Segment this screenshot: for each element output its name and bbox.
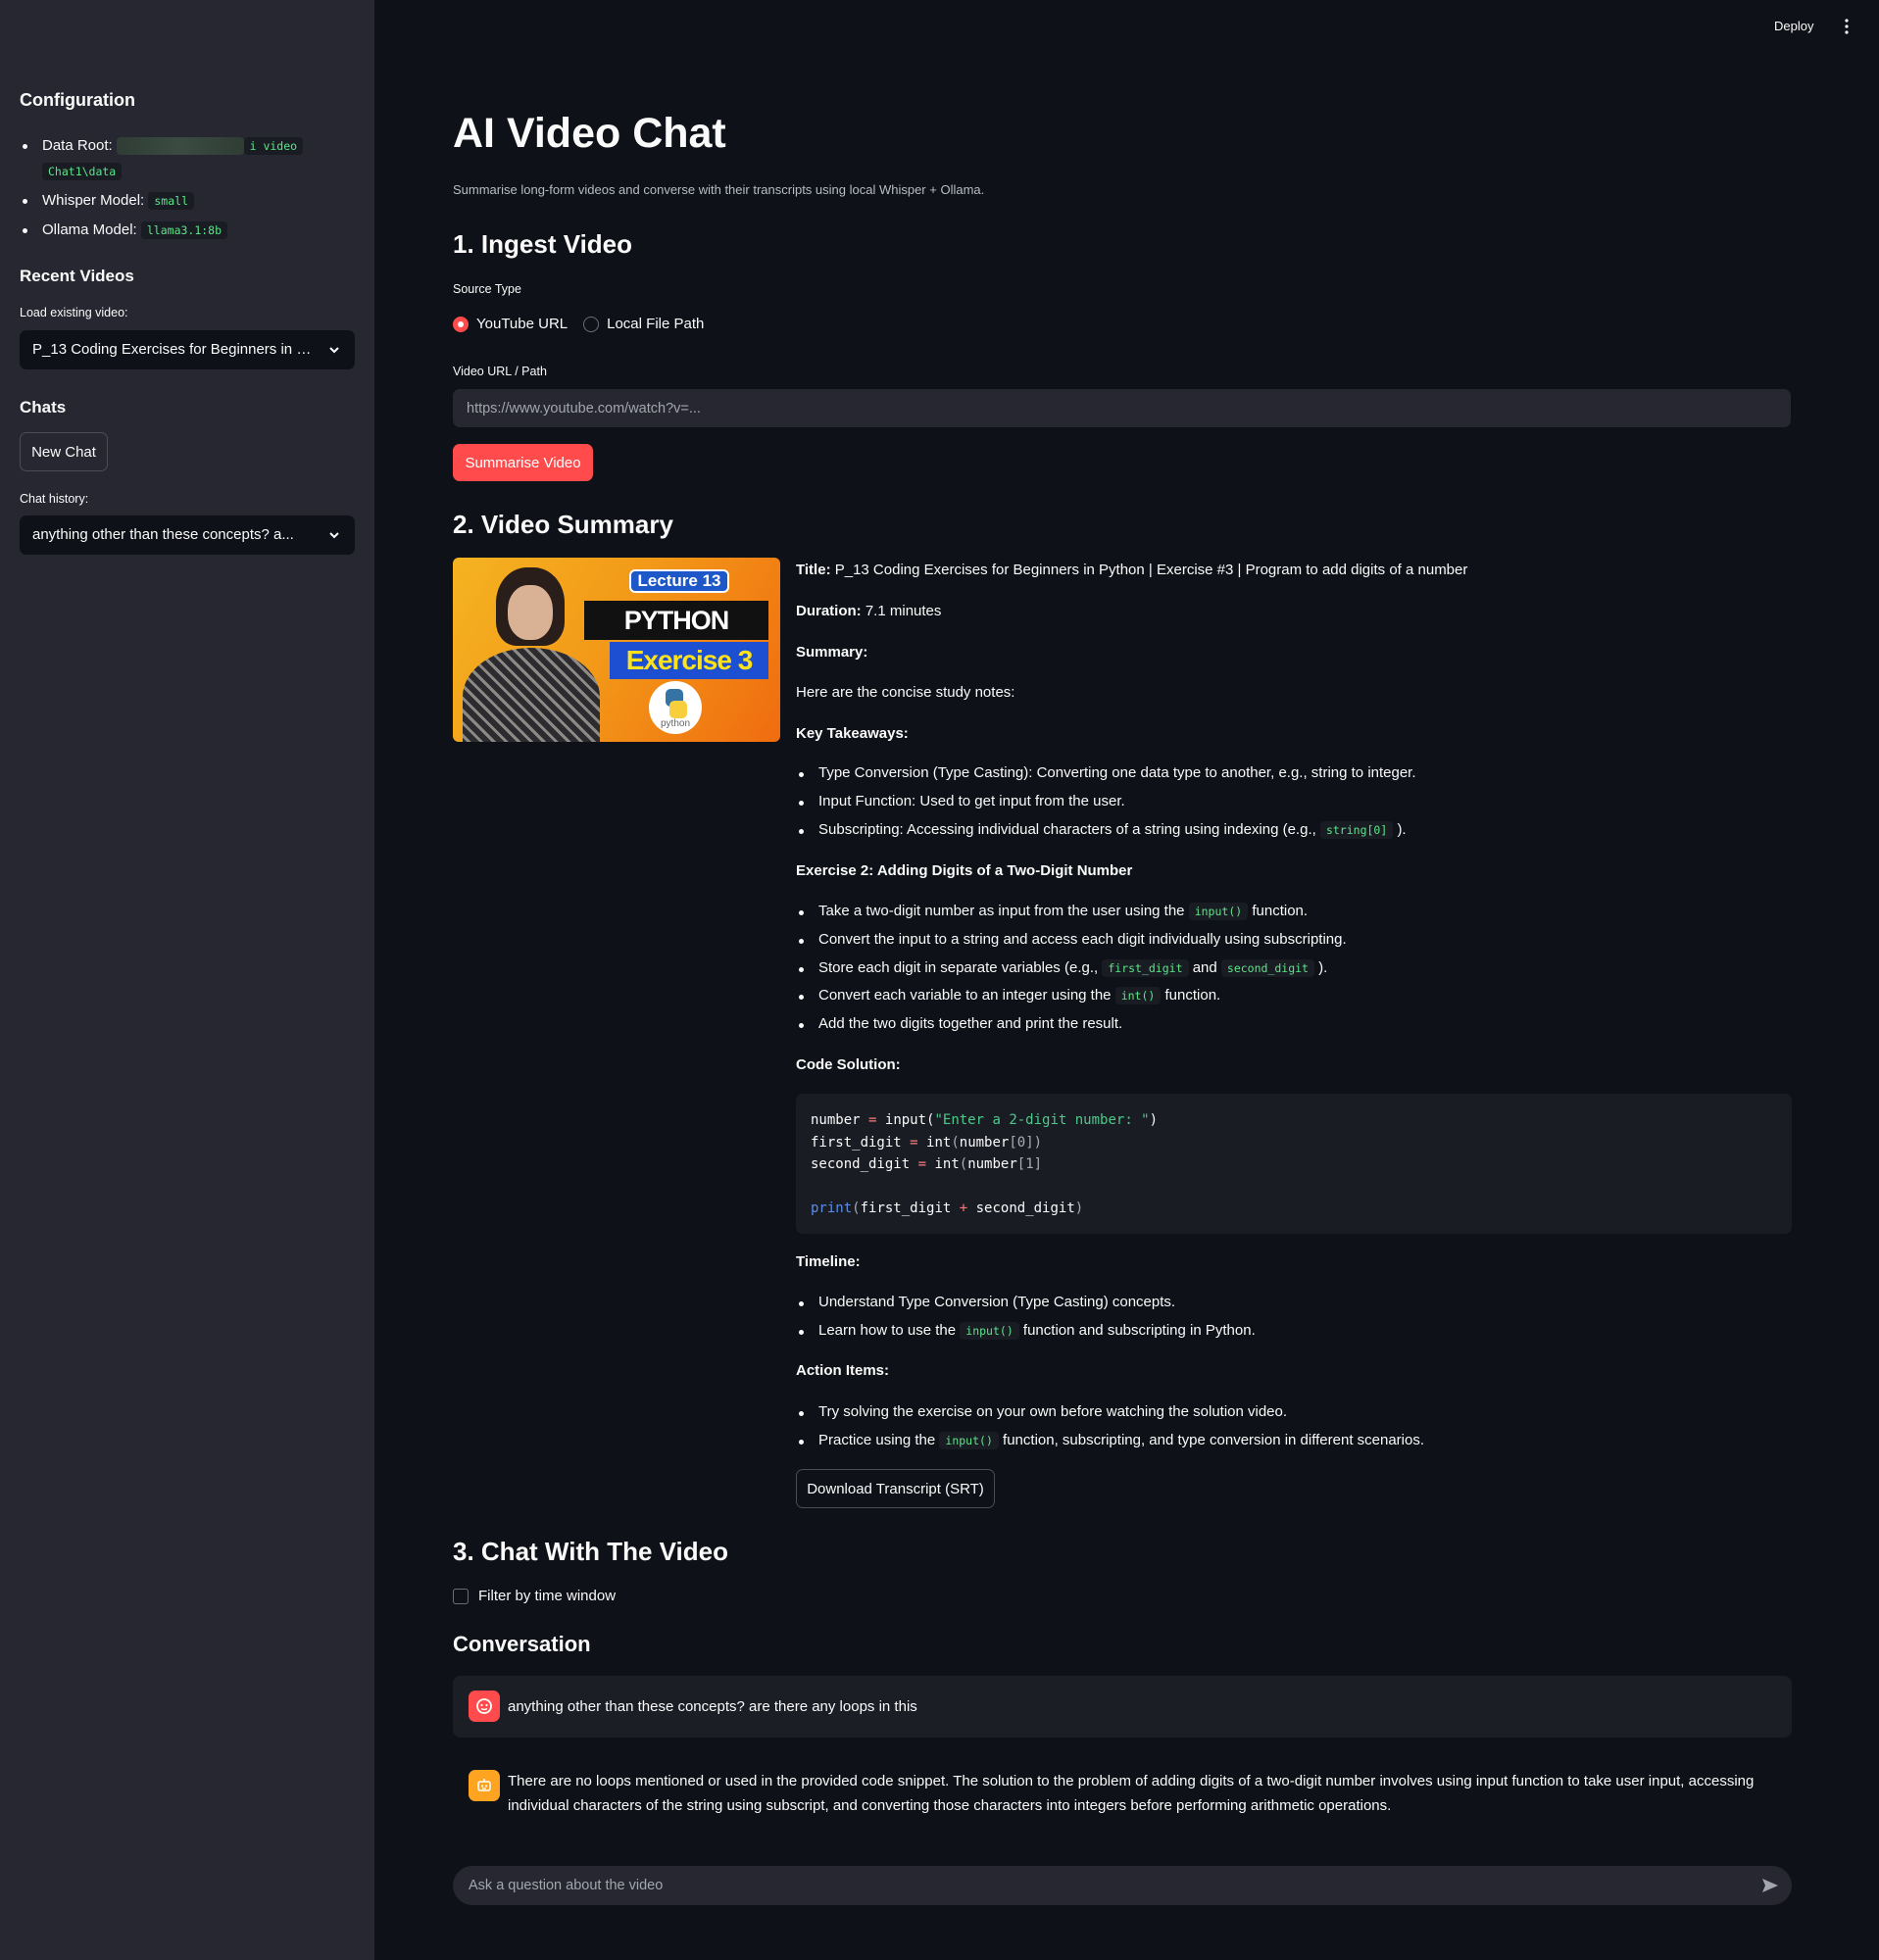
radio-youtube-url[interactable] xyxy=(453,316,469,332)
video-duration-line: Duration: 7.1 minutes xyxy=(796,603,942,619)
assistant-message-text: There are no loops mentioned or used in … xyxy=(508,1773,1755,1814)
main-content: AI Video Chat Summarise long-form videos… xyxy=(453,0,1792,1960)
data-root-value: i video xyxy=(243,137,304,155)
data-root-value-line2: Chat1\data xyxy=(42,163,123,180)
summary-intro: Here are the concise study notes: xyxy=(796,684,1015,701)
download-transcript-button[interactable]: Download Transcript (SRT) xyxy=(796,1469,995,1508)
page-title: AI Video Chat xyxy=(453,110,726,157)
config-data-root: Data Root: xxxxxxxxxxxxxxxxxi video Chat… xyxy=(20,133,353,184)
list-item: Take a two-digit number as input from th… xyxy=(796,903,1776,920)
config-whisper: Whisper Model: small xyxy=(20,188,353,214)
load-video-select[interactable]: P_13 Coding Exercises for Beginners in P… xyxy=(20,330,355,369)
list-item: Understand Type Conversion (Type Casting… xyxy=(796,1294,1776,1310)
list-item: Convert the input to a string and access… xyxy=(796,931,1776,948)
video-thumbnail: Lecture 13 PYTHON CODING Exercise 3 pyth… xyxy=(453,558,780,742)
data-root-redacted: xxxxxxxxxxxxxxxxx xyxy=(116,137,244,155)
assistant-bot-icon xyxy=(469,1770,500,1801)
summary-label: Summary: xyxy=(796,644,868,661)
chat-input-container xyxy=(453,1866,1792,1905)
chats-heading: Chats xyxy=(20,398,67,416)
assistant-message: There are no loops mentioned or used in … xyxy=(453,1754,1792,1838)
page-subtitle: Summarise long-form videos and converse … xyxy=(453,182,985,197)
video-url-label: Video URL / Path xyxy=(453,365,547,378)
chevron-down-icon xyxy=(329,532,339,539)
source-type-radio-group: YouTube URL Local File Path xyxy=(453,316,704,332)
config-ollama: Ollama Model: llama3.1:8b xyxy=(20,218,353,243)
filter-checkbox[interactable] xyxy=(453,1588,469,1604)
chat-heading: 3. Chat With The Video xyxy=(453,1537,728,1566)
chevron-down-icon xyxy=(329,347,339,354)
source-type-label: Source Type xyxy=(453,282,521,296)
list-item: Try solving the exercise on your own bef… xyxy=(796,1403,1776,1420)
thumbnail-lecture-badge: Lecture 13 xyxy=(629,569,729,593)
thumbnail-exercise: Exercise 3 xyxy=(610,642,768,679)
chat-history-select[interactable]: anything other than these concepts? a... xyxy=(20,515,355,555)
summarise-video-button[interactable]: Summarise Video xyxy=(453,444,593,481)
chat-history-label: Chat history: xyxy=(20,492,89,506)
load-video-label: Load existing video: xyxy=(20,306,128,319)
conversation-heading: Conversation xyxy=(453,1632,591,1656)
filter-time-window[interactable]: Filter by time window xyxy=(453,1588,616,1604)
sidebar: Configuration Data Root: xxxxxxxxxxxxxxx… xyxy=(0,0,374,1960)
radio-local-label[interactable]: Local File Path xyxy=(607,316,704,332)
list-item: Learn how to use the input() function an… xyxy=(796,1322,1776,1340)
list-item: Subscripting: Accessing individual chara… xyxy=(796,821,1776,839)
ollama-model-value: llama3.1:8b xyxy=(140,221,228,239)
ingest-heading: 1. Ingest Video xyxy=(453,229,633,259)
user-message: anything other than these concepts? are … xyxy=(453,1676,1792,1738)
user-avatar-icon xyxy=(469,1690,500,1722)
list-item: Add the two digits together and print th… xyxy=(796,1015,1776,1032)
radio-local-file[interactable] xyxy=(583,316,600,332)
code-solution-label: Code Solution: xyxy=(796,1056,901,1073)
key-takeaways-label: Key Takeaways: xyxy=(796,725,909,742)
new-chat-button[interactable]: New Chat xyxy=(20,432,108,471)
chat-input[interactable] xyxy=(469,1866,1733,1905)
list-item: Convert each variable to an integer usin… xyxy=(796,987,1776,1004)
list-item: Type Conversion (Type Casting): Converti… xyxy=(796,764,1776,781)
radio-youtube-label[interactable]: YouTube URL xyxy=(476,316,568,332)
python-logo-icon: python xyxy=(649,681,702,734)
summary-heading: 2. Video Summary xyxy=(453,510,673,539)
whisper-model-value: small xyxy=(148,192,194,210)
config-heading: Configuration xyxy=(20,90,135,110)
user-message-text: anything other than these concepts? are … xyxy=(508,1698,917,1715)
exercise-label: Exercise 2: Adding Digits of a Two-Digit… xyxy=(796,862,1133,879)
action-items-label: Action Items: xyxy=(796,1362,890,1379)
recent-videos-heading: Recent Videos xyxy=(20,267,134,285)
send-icon[interactable] xyxy=(1760,1876,1780,1895)
list-item: Input Function: Used to get input from t… xyxy=(796,793,1776,809)
video-url-input[interactable] xyxy=(453,389,1791,427)
config-list: Data Root: xxxxxxxxxxxxxxxxxi video Chat… xyxy=(20,133,353,247)
timeline-label: Timeline: xyxy=(796,1253,861,1270)
video-title-line: Title: P_13 Coding Exercises for Beginne… xyxy=(796,562,1468,578)
kebab-menu-icon[interactable] xyxy=(1843,18,1851,35)
code-block: number = input("Enter a 2-digit number: … xyxy=(796,1094,1792,1234)
list-item: Store each digit in separate variables (… xyxy=(796,959,1776,977)
thumbnail-title: PYTHON CODING xyxy=(584,601,768,674)
list-item: Practice using the input() function, sub… xyxy=(796,1432,1776,1449)
